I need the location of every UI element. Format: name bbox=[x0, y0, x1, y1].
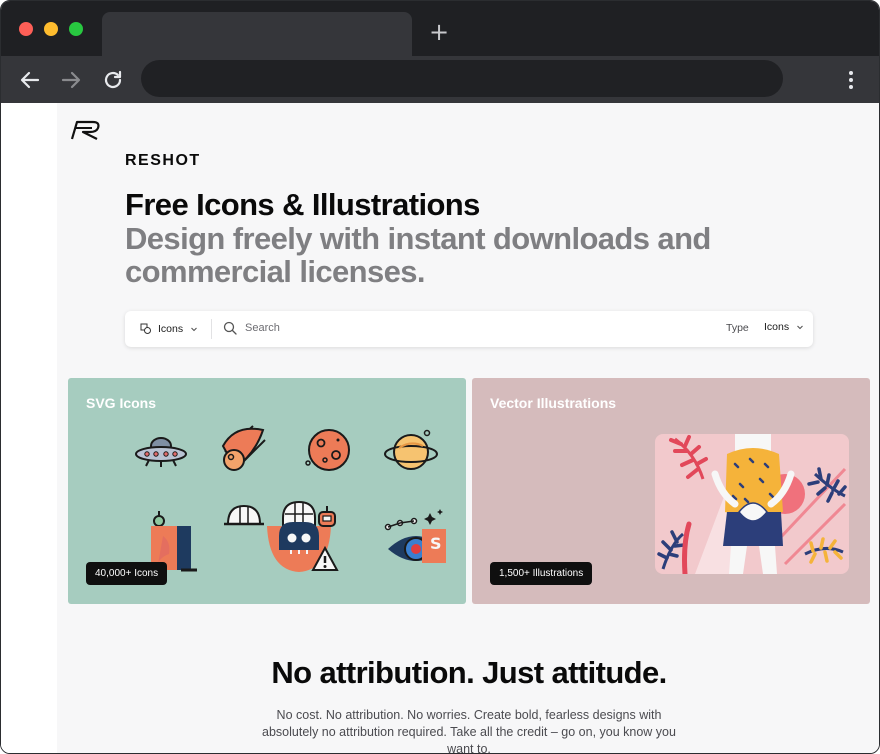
type-filter-value: Icons bbox=[764, 321, 790, 333]
ufo-icon bbox=[135, 437, 187, 467]
kebab-menu-icon[interactable] bbox=[839, 68, 863, 92]
browser-tab[interactable] bbox=[102, 12, 412, 56]
maximize-window-button[interactable] bbox=[69, 22, 83, 36]
illustration-preview bbox=[655, 434, 849, 574]
observatory-icon bbox=[224, 504, 264, 526]
close-window-button[interactable] bbox=[19, 22, 33, 36]
search-bar: Icons Search Type Icons bbox=[125, 311, 813, 347]
back-arrow-icon[interactable] bbox=[18, 68, 42, 92]
robot-icon bbox=[318, 506, 336, 527]
section-heading: No attribution. Just attitude. bbox=[271, 655, 667, 690]
reload-icon[interactable] bbox=[101, 68, 125, 92]
type-filter-dropdown[interactable]: Icons bbox=[764, 321, 805, 333]
icons-count-badge: 40,000+ Icons bbox=[86, 562, 168, 585]
new-tab-button[interactable]: + bbox=[428, 20, 450, 44]
planet-icon bbox=[305, 429, 350, 471]
address-bar[interactable] bbox=[141, 60, 783, 97]
search-icon bbox=[223, 321, 237, 335]
card-title: Vector Illustrations bbox=[490, 395, 617, 411]
chevron-down-icon bbox=[191, 327, 197, 332]
shapes-icon bbox=[140, 323, 151, 334]
reshot-logo-icon[interactable] bbox=[69, 119, 102, 141]
vector-illustrations-card[interactable]: Vector Illustrations 1,500+ Illustration… bbox=[472, 378, 870, 604]
brand-wordmark[interactable]: RESHOT bbox=[125, 152, 201, 170]
comet-icon bbox=[221, 425, 266, 471]
svg-text:S: S bbox=[430, 534, 442, 553]
browser-titlebar: + bbox=[1, 1, 879, 56]
browser-window: + RESHOT Free Icons & Illustrations Desi… bbox=[0, 0, 880, 754]
search-divider bbox=[211, 319, 212, 339]
forward-arrow-icon[interactable] bbox=[59, 68, 83, 92]
asset-type-label: Icons bbox=[158, 323, 184, 335]
chevron-down-icon bbox=[797, 325, 803, 330]
eye-hacker-icon: S bbox=[384, 509, 446, 563]
illustrations-count-badge: 1,500+ Illustrations bbox=[490, 562, 593, 585]
section-description: No cost. No attribution. No worries. Cre… bbox=[262, 708, 676, 754]
minimize-window-button[interactable] bbox=[44, 22, 58, 36]
asset-type-dropdown[interactable]: Icons bbox=[140, 321, 199, 337]
page-subtitle: Design freely with instant downloads and… bbox=[125, 221, 711, 289]
search-placeholder: Search bbox=[245, 322, 280, 334]
svg-icons-card[interactable]: SVG Icons S 40,000+ Icons bbox=[68, 378, 466, 604]
saturn-icon bbox=[384, 429, 438, 470]
search-input[interactable]: Search bbox=[223, 321, 280, 335]
page-content: RESHOT Free Icons & Illustrations Design… bbox=[1, 103, 879, 754]
type-filter-label: Type bbox=[726, 322, 749, 334]
page-title: Free Icons & Illustrations bbox=[125, 187, 480, 222]
